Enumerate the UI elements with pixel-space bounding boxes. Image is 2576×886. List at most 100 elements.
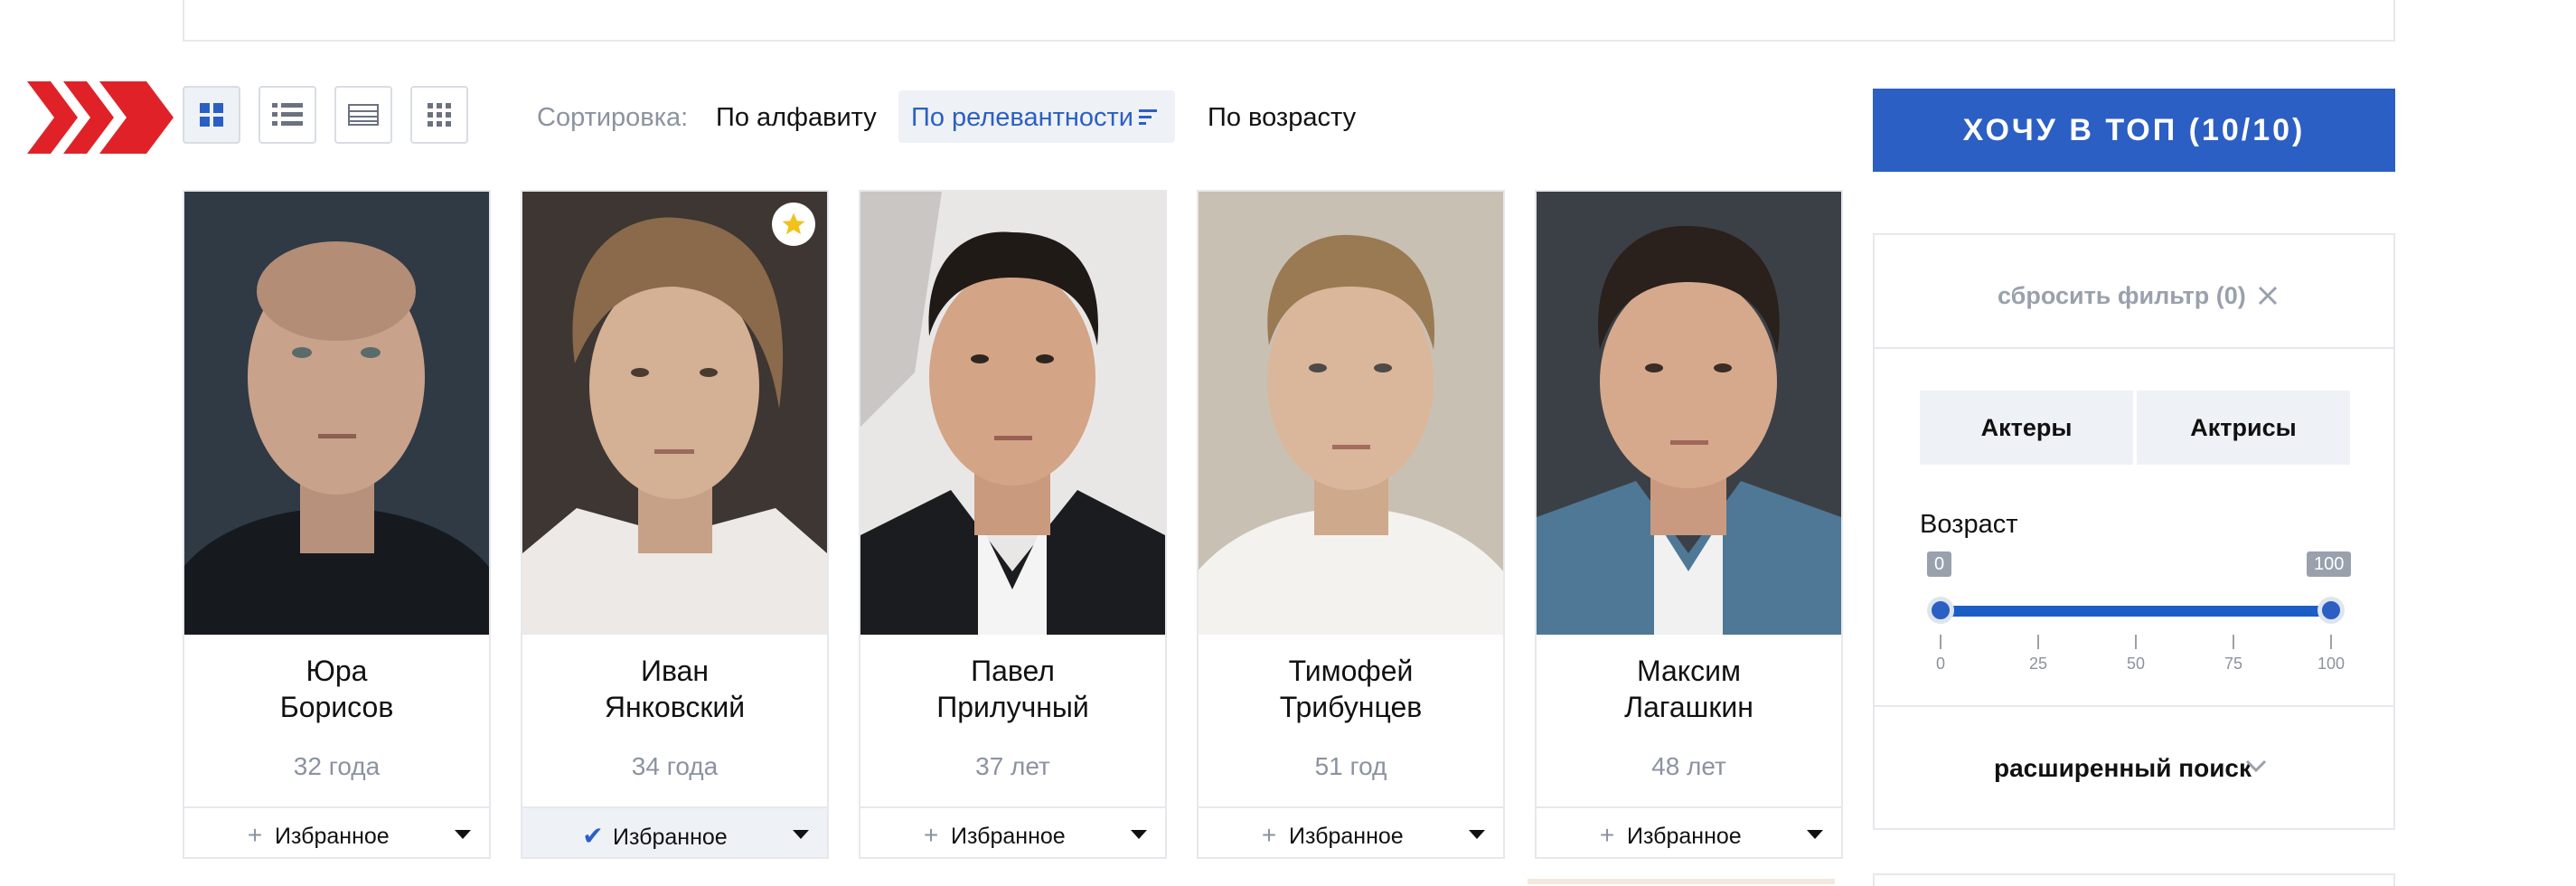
- view-list-button[interactable]: [259, 86, 316, 144]
- actor-last-name: Лагашкин: [1624, 691, 1753, 723]
- actor-last-name: Янковский: [604, 691, 746, 723]
- advanced-search-row[interactable]: расширенный поиск: [1875, 705, 2393, 830]
- checkmark-icon: ✔: [582, 822, 604, 850]
- top-panel: [183, 0, 2395, 42]
- actor-portrait-image: [860, 192, 1165, 635]
- favorite-label: Избранное: [951, 824, 1066, 849]
- sort-relevance-label: По релевантности: [911, 103, 1134, 132]
- add-favorite-button[interactable]: + Избранное: [244, 821, 390, 850]
- slider-tick-label: 100: [2317, 655, 2346, 673]
- age-min-handle[interactable]: [1927, 597, 1954, 624]
- sort-age-option[interactable]: По возрасту: [1208, 103, 1356, 133]
- dropdown-caret-icon[interactable]: [1807, 830, 1823, 839]
- dropdown-caret-icon[interactable]: [455, 830, 471, 839]
- actor-last-name: Борисов: [279, 691, 394, 723]
- view-grid-large-button[interactable]: [183, 86, 240, 144]
- chevron-down-icon: [2245, 759, 2267, 772]
- actor-card[interactable]: Юра Борисов 32 года + Избранное: [183, 190, 491, 859]
- actor-card[interactable]: Павел Прилучный 37 лет + Избранное: [859, 190, 1167, 859]
- dropdown-caret-icon[interactable]: [1469, 830, 1485, 839]
- actor-name: Тимофей Трибунцев: [1199, 653, 1503, 725]
- slider-tick: [1940, 635, 1941, 649]
- slider-tick-label: 25: [2028, 655, 2048, 673]
- dropdown-caret-icon[interactable]: [793, 830, 809, 839]
- slider-tick-label: 50: [2126, 655, 2146, 673]
- favorite-row: + Избранное: [1199, 806, 1503, 857]
- actor-last-name: Прилучный: [936, 691, 1089, 723]
- plus-icon: +: [1599, 821, 1615, 849]
- age-max-handle[interactable]: [2317, 597, 2345, 624]
- actor-last-name: Трибунцев: [1279, 691, 1423, 723]
- age-slider-track: [1940, 606, 2330, 617]
- reset-filter-row: сбросить фильтр (0): [1875, 235, 2393, 349]
- sort-alphabet-option[interactable]: По алфавиту: [716, 103, 877, 133]
- actor-photo[interactable]: [1199, 192, 1503, 635]
- actor-portrait-image: [1199, 192, 1503, 635]
- list-icon: [272, 103, 303, 126]
- actor-card[interactable]: Тимофей Трибунцев 51 год + Избранное: [1197, 190, 1505, 859]
- actor-card[interactable]: Максим Лагашкин 48 лет + Избранное: [1535, 190, 1843, 859]
- sort-relevance-option[interactable]: По релевантности: [898, 90, 1175, 143]
- remove-favorite-button[interactable]: ✔ Избранное: [582, 821, 728, 851]
- actor-name: Павел Прилучный: [860, 653, 1165, 725]
- top-button[interactable]: ХОЧУ В ТОП (10/10): [1873, 89, 2395, 172]
- actor-photo[interactable]: [184, 192, 489, 635]
- filter-panel: сбросить фильтр (0) Актеры Актрисы Возра…: [1873, 233, 2395, 830]
- actor-first-name: Тимофей: [1288, 655, 1414, 687]
- favorite-row: + Избранное: [184, 806, 489, 857]
- add-favorite-button[interactable]: + Избранное: [1596, 821, 1742, 850]
- actor-age: 37 лет: [975, 752, 1050, 780]
- reset-filter-button[interactable]: сбросить фильтр (0): [1998, 282, 2246, 310]
- actor-card[interactable]: Иван Янковский 34 года ✔ Избранное: [521, 190, 829, 859]
- actor-portrait-image: [184, 192, 489, 635]
- age-max-tooltip: 100: [2307, 551, 2352, 577]
- age-min-tooltip: 0: [1927, 551, 1952, 577]
- actor-name: Максим Лагашкин: [1537, 653, 1841, 725]
- favorite-row: + Избранное: [1537, 806, 1841, 857]
- favorite-label: Избранное: [613, 825, 728, 850]
- close-icon[interactable]: [2258, 286, 2278, 306]
- tab-actors[interactable]: Актеры: [1920, 391, 2133, 465]
- star-icon: [782, 212, 805, 235]
- next-card-edge: [1528, 879, 1835, 884]
- actor-portrait-image: [522, 192, 827, 635]
- slider-tick: [2330, 635, 2332, 649]
- table-icon: [348, 104, 379, 126]
- add-favorite-button[interactable]: + Избранное: [1258, 821, 1404, 850]
- star-badge: [772, 203, 815, 246]
- dropdown-caret-icon[interactable]: [1131, 830, 1147, 839]
- view-grid-small-button[interactable]: [410, 86, 468, 144]
- favorite-label: Избранное: [1627, 824, 1742, 849]
- favorite-row: + Избранное: [860, 806, 1165, 857]
- actor-portrait-image: [1537, 192, 1841, 635]
- actor-age: 51 год: [1314, 752, 1387, 780]
- slider-tick-label: 75: [2223, 655, 2243, 673]
- actor-photo[interactable]: [522, 192, 827, 635]
- favorite-row: ✔ Избранное: [522, 806, 827, 857]
- grid-large-icon: [200, 103, 223, 127]
- plus-icon: +: [247, 821, 263, 849]
- actor-name: Иван Янковский: [522, 653, 827, 725]
- tab-actresses[interactable]: Актрисы: [2137, 391, 2350, 465]
- actor-name: Юра Борисов: [184, 653, 489, 725]
- advanced-search-label: расширенный поиск: [1994, 754, 2252, 782]
- actor-photo[interactable]: [860, 192, 1165, 635]
- favorite-label: Избранное: [1289, 824, 1404, 849]
- sort-label: Сортировка:: [537, 103, 689, 132]
- plus-icon: +: [1261, 821, 1277, 849]
- age-filter-label: Возраст: [1920, 510, 2018, 539]
- add-favorite-button[interactable]: + Избранное: [920, 821, 1066, 850]
- actor-photo[interactable]: [1537, 192, 1841, 635]
- view-table-button[interactable]: [334, 86, 392, 144]
- grid-small-icon: [428, 103, 451, 127]
- actor-age: 32 года: [293, 752, 381, 780]
- plus-icon: +: [923, 821, 939, 849]
- actor-first-name: Иван: [640, 655, 710, 687]
- actor-first-name: Юра: [306, 655, 368, 687]
- slider-tick: [2233, 635, 2234, 649]
- slider-tick: [2135, 635, 2137, 649]
- actor-age: 34 года: [631, 752, 719, 780]
- actor-age: 48 лет: [1651, 752, 1726, 780]
- favorite-label: Избранное: [275, 824, 390, 849]
- age-range-slider[interactable]: 0 100 0 25 50 75 100: [1920, 551, 2352, 673]
